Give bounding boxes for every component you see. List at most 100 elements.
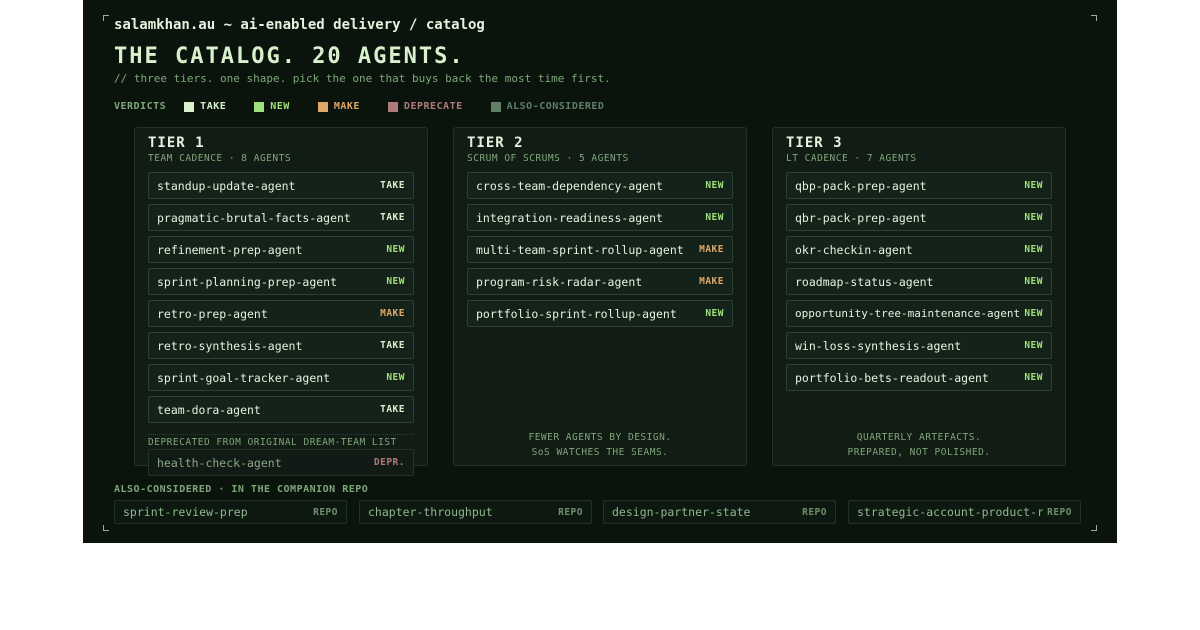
legend-title: VERDICTS	[114, 101, 167, 112]
verdict-badge: NEW	[1024, 340, 1043, 351]
verdict-badge: TAKE	[380, 404, 405, 415]
agent-name: health-check-agent	[157, 455, 282, 470]
agent-card[interactable]: retro-prep-agent MAKE	[148, 300, 414, 327]
verdict-badge: NEW	[1024, 308, 1043, 319]
tier-note-line: SoS WATCHES THE SEAMS.	[531, 447, 669, 458]
tier-title: TIER 2	[467, 135, 524, 151]
agent-card[interactable]: okr-checkin-agent NEW	[786, 236, 1052, 263]
agent-name: portfolio-sprint-rollup-agent	[476, 306, 677, 321]
agent-card[interactable]: retro-synthesis-agent TAKE	[148, 332, 414, 359]
corner-mark	[1091, 15, 1097, 21]
corner-mark	[103, 15, 109, 21]
repo-card[interactable]: design-partner-state REPO	[603, 500, 836, 524]
agent-card[interactable]: multi-team-sprint-rollup-agent MAKE	[467, 236, 733, 263]
agent-name: win-loss-synthesis-agent	[795, 338, 962, 353]
repo-badge: REPO	[802, 506, 827, 518]
legend-label: DEPRECATE	[403, 101, 463, 112]
legend-item-make: MAKE	[317, 101, 360, 112]
verdict-badge: NEW	[386, 276, 405, 287]
agent-name: cross-team-dependency-agent	[476, 178, 663, 193]
verdict-badge: TAKE	[380, 340, 405, 351]
agent-card[interactable]: qbp-pack-prep-agent NEW	[786, 172, 1052, 199]
verdict-badge: NEW	[1024, 212, 1043, 223]
tier-2-panel: TIER 2 SCRUM OF SCRUMS · 5 AGENTS cross-…	[453, 127, 747, 466]
agent-name: okr-checkin-agent	[795, 242, 913, 257]
verdict-badge: TAKE	[380, 212, 405, 223]
repo-card[interactable]: strategic-account-product-review REPO	[848, 500, 1081, 524]
tier-subtitle: LT CADENCE · 7 AGENTS	[786, 153, 917, 164]
tier-note: FEWER AGENTS BY DESIGN. SoS WATCHES THE …	[454, 430, 746, 460]
verdict-badge: NEW	[1024, 276, 1043, 287]
repo-badge: REPO	[313, 506, 338, 518]
verdict-badge: MAKE	[380, 308, 405, 319]
verdict-badge: MAKE	[699, 244, 724, 255]
verdict-badge: NEW	[705, 180, 724, 191]
agent-name: standup-update-agent	[157, 178, 296, 193]
agent-card[interactable]: portfolio-sprint-rollup-agent NEW	[467, 300, 733, 327]
agent-card[interactable]: win-loss-synthesis-agent NEW	[786, 332, 1052, 359]
legend-item-deprecate: DEPRECATE	[387, 101, 463, 112]
make-swatch-icon	[317, 101, 328, 112]
tier-subtitle: SCRUM OF SCRUMS · 5 AGENTS	[467, 153, 629, 164]
agent-card[interactable]: sprint-planning-prep-agent NEW	[148, 268, 414, 295]
legend-label: TAKE	[200, 101, 227, 112]
legend-label: NEW	[270, 101, 290, 112]
agent-card[interactable]: qbr-pack-prep-agent NEW	[786, 204, 1052, 231]
verdict-badge: NEW	[386, 372, 405, 383]
catalog-frame: salamkhan.au ~ ai-enabled delivery / cat…	[83, 0, 1117, 543]
tier-title: TIER 1	[148, 135, 205, 151]
verdict-badge: NEW	[1024, 372, 1043, 383]
tier-title: TIER 3	[786, 135, 843, 151]
agent-card[interactable]: integration-readiness-agent NEW	[467, 204, 733, 231]
repo-badge: REPO	[558, 506, 583, 518]
agent-name: integration-readiness-agent	[476, 210, 663, 225]
agent-card[interactable]: cross-team-dependency-agent NEW	[467, 172, 733, 199]
agent-name: qbp-pack-prep-agent	[795, 178, 927, 193]
verdict-badge: NEW	[386, 244, 405, 255]
agent-card[interactable]: standup-update-agent TAKE	[148, 172, 414, 199]
agent-name: multi-team-sprint-rollup-agent	[476, 242, 684, 257]
verdict-badge: NEW	[705, 308, 724, 319]
page-title: THE CATALOG. 20 AGENTS.	[114, 44, 465, 69]
agent-card[interactable]: refinement-prep-agent NEW	[148, 236, 414, 263]
agent-name: team-dora-agent	[157, 402, 261, 417]
verdict-legend: VERDICTS TAKE NEW MAKE DEPRECATE ALSO-CO…	[114, 101, 632, 112]
agent-name: sprint-goal-tracker-agent	[157, 370, 331, 385]
agent-card[interactable]: opportunity-tree-maintenance-agent NEW	[786, 300, 1052, 327]
agent-card[interactable]: roadmap-status-agent NEW	[786, 268, 1052, 295]
repo-name: design-partner-state	[612, 505, 751, 519]
legend-label: ALSO-CONSIDERED	[506, 101, 605, 112]
repo-name: chapter-throughput	[368, 505, 493, 519]
repo-name: sprint-review-prep	[123, 505, 248, 519]
legend-item-also-considered: ALSO-CONSIDERED	[490, 101, 605, 112]
agent-name: pragmatic-brutal-facts-agent	[157, 210, 351, 225]
legend-item-take: TAKE	[184, 101, 226, 112]
agent-name: roadmap-status-agent	[795, 274, 934, 289]
verdict-badge: MAKE	[699, 276, 724, 287]
deprecated-agent-card[interactable]: health-check-agent DEPR.	[148, 449, 414, 476]
repo-card[interactable]: sprint-review-prep REPO	[114, 500, 347, 524]
tier-note-line: FEWER AGENTS BY DESIGN.	[528, 432, 672, 443]
agent-name: retro-synthesis-agent	[157, 338, 303, 353]
legend-label: MAKE	[333, 101, 360, 112]
agent-card[interactable]: program-risk-radar-agent MAKE	[467, 268, 733, 295]
agent-name: program-risk-radar-agent	[476, 274, 643, 289]
tier-subtitle: TEAM CADENCE · 8 AGENTS	[148, 153, 292, 164]
breadcrumb[interactable]: salamkhan.au ~ ai-enabled delivery / cat…	[114, 17, 485, 33]
agent-card[interactable]: team-dora-agent TAKE	[148, 396, 414, 423]
legend-item-new: NEW	[254, 101, 290, 112]
take-swatch-icon	[184, 101, 195, 112]
agent-name: portfolio-bets-readout-agent	[795, 370, 989, 385]
tier-note: QUARTERLY ARTEFACTS. PREPARED, NOT POLIS…	[773, 430, 1065, 460]
verdict-badge: NEW	[1024, 244, 1043, 255]
deprecated-section-label: DEPRECATED FROM ORIGINAL DREAM-TEAM LIST	[148, 434, 414, 448]
repo-card[interactable]: chapter-throughput REPO	[359, 500, 592, 524]
verdict-badge: DEPR.	[373, 457, 405, 468]
tier-note-line: PREPARED, NOT POLISHED.	[847, 447, 991, 458]
agent-card[interactable]: portfolio-bets-readout-agent NEW	[786, 364, 1052, 391]
tier-3-panel: TIER 3 LT CADENCE · 7 AGENTS qbp-pack-pr…	[772, 127, 1066, 466]
verdict-badge: NEW	[705, 212, 724, 223]
repo-name: strategic-account-product-review	[857, 505, 1043, 519]
agent-card[interactable]: pragmatic-brutal-facts-agent TAKE	[148, 204, 414, 231]
agent-card[interactable]: sprint-goal-tracker-agent NEW	[148, 364, 414, 391]
